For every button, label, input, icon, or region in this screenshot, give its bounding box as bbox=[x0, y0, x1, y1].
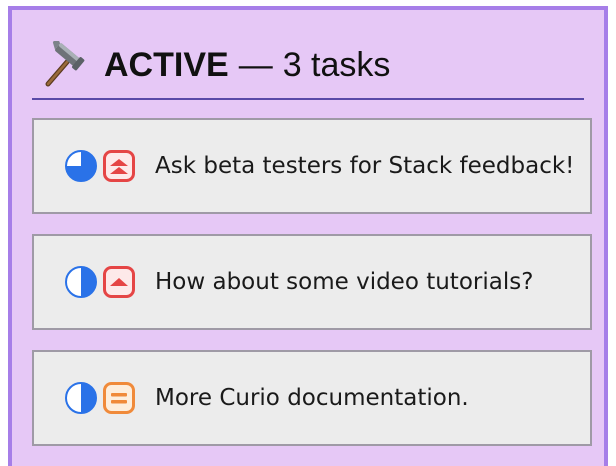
half-circle-icon[interactable] bbox=[64, 265, 98, 299]
half-circle-icon[interactable] bbox=[64, 381, 98, 415]
stack-header: ACTIVE —3 tasks bbox=[32, 32, 584, 100]
chevron-up-icon[interactable] bbox=[103, 266, 135, 298]
task-card[interactable]: How about some video tutorials? bbox=[32, 234, 592, 330]
hammer-icon bbox=[45, 41, 85, 87]
stack-panel: ACTIVE —3 tasks Ask beta testers for Stac… bbox=[8, 6, 608, 466]
title-separator: — bbox=[238, 45, 273, 84]
page-title: ACTIVE —3 tasks bbox=[104, 46, 390, 85]
task-label[interactable]: More Curio documentation. bbox=[155, 385, 469, 411]
equals-icon[interactable] bbox=[103, 382, 135, 414]
task-card[interactable]: More Curio documentation. bbox=[32, 350, 592, 446]
double-chevron-up-icon[interactable] bbox=[103, 150, 135, 182]
stack-status-label: ACTIVE bbox=[104, 45, 229, 84]
task-card[interactable]: Ask beta testers for Stack feedback! bbox=[32, 118, 592, 214]
task-label[interactable]: Ask beta testers for Stack feedback! bbox=[155, 153, 574, 179]
three-quarter-circle-icon[interactable] bbox=[64, 149, 98, 183]
task-label[interactable]: How about some video tutorials? bbox=[155, 269, 533, 295]
task-count: 3 tasks bbox=[282, 45, 391, 84]
